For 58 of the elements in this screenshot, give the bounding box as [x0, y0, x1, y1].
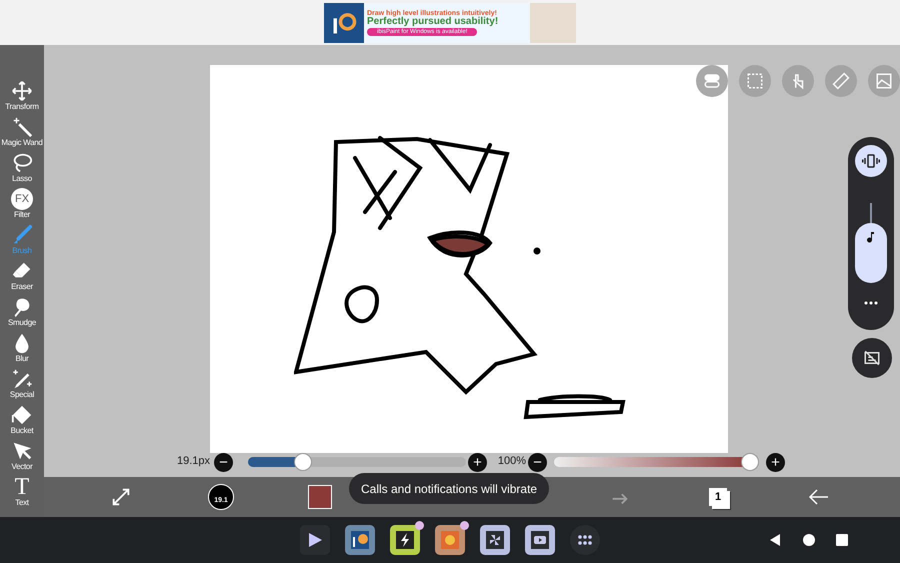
lasso-icon: [11, 152, 33, 174]
color-swatch[interactable]: [308, 485, 332, 509]
vibrate-toast: Calls and notifications will vibrate: [349, 473, 550, 504]
sparkle-pen-icon: [10, 368, 33, 390]
move-arrows-icon: [10, 80, 33, 102]
bucket-icon: [10, 404, 33, 426]
app-icon[interactable]: [345, 525, 375, 555]
app-logo-icon: [324, 2, 364, 42]
tool-button[interactable]: Vector: [11, 438, 33, 471]
tool-button[interactable]: Smudge: [8, 294, 36, 327]
tool-button[interactable]: Magic Wand: [1, 114, 43, 147]
back-nav-icon[interactable]: [768, 533, 782, 547]
ad-title: Perfectly pursued usability!: [367, 16, 498, 26]
decrease-button[interactable]: −: [214, 453, 233, 472]
slider-thumb[interactable]: [741, 453, 759, 471]
text-tool-icon: T: [14, 476, 30, 498]
app-glyph-icon: [483, 528, 507, 552]
app-icon[interactable]: [525, 525, 555, 555]
more-icon[interactable]: [864, 301, 878, 305]
app-glyph-icon: [528, 528, 552, 552]
app-glyph-icon: [393, 528, 417, 552]
tool-button[interactable]: Bucket: [10, 402, 34, 435]
volume-slider[interactable]: [855, 203, 887, 283]
tool-button[interactable]: Transform: [5, 78, 39, 111]
increase-button[interactable]: +: [766, 453, 785, 472]
tool-button[interactable]: Blur: [11, 330, 33, 363]
pointer-icon: [11, 440, 33, 462]
app-glyph-icon: [348, 528, 372, 552]
layers-button[interactable]: 1: [709, 488, 727, 506]
app-icon[interactable]: [480, 525, 510, 555]
app-icon[interactable]: [300, 525, 330, 555]
tool-button[interactable]: Special: [10, 366, 34, 399]
filter-icon: FX: [11, 188, 33, 210]
drawing-canvas[interactable]: [210, 65, 728, 453]
ruler-icon: [832, 72, 850, 90]
brush-icon: [11, 224, 33, 246]
tool-button[interactable]: Lasso: [11, 150, 33, 183]
tool-button[interactable]: FX Filter: [11, 186, 33, 219]
decrease-button[interactable]: −: [528, 453, 547, 472]
app-glyph-icon: [438, 528, 462, 552]
captions-off-icon: [863, 349, 881, 367]
music-note-icon: [866, 231, 876, 243]
brush-size-reading: 19.1px: [176, 454, 210, 469]
vibrate-button[interactable]: [855, 145, 887, 177]
increase-button[interactable]: +: [468, 453, 487, 472]
image-icon: [875, 72, 893, 90]
vibrate-icon: [862, 152, 880, 170]
app-icon[interactable]: [570, 525, 600, 555]
brush-settings-icon[interactable]: [110, 486, 132, 508]
slider-thumb[interactable]: [294, 453, 312, 471]
photo-placeholder: [530, 2, 576, 42]
home-nav-icon[interactable]: [802, 533, 816, 547]
tool-button[interactable]: T Text: [14, 474, 30, 507]
opacity-reading: 100%: [496, 454, 526, 469]
dashed-square-icon: [746, 72, 764, 90]
toggle-icon: [703, 72, 721, 90]
captions-off-button[interactable]: [852, 338, 892, 378]
tool-button[interactable]: Eraser: [11, 258, 33, 291]
